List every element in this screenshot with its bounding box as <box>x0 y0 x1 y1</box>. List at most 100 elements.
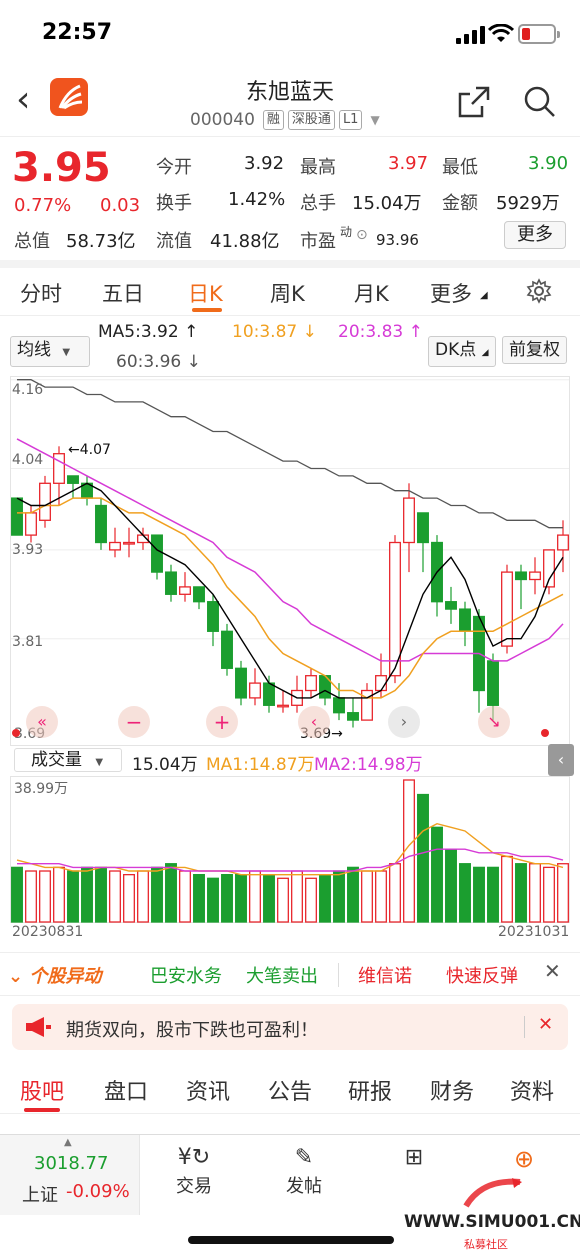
battery-icon <box>518 24 560 44</box>
volume-bar <box>319 874 331 923</box>
y-tick-label: 3.81 <box>12 634 44 650</box>
alert-item[interactable]: 快速反弹 <box>446 962 518 988</box>
megaphone-icon <box>26 1017 51 1037</box>
level-tag: L1 <box>338 110 363 130</box>
candle-body <box>333 697 345 714</box>
tab-profile[interactable]: 资料 <box>510 1074 554 1106</box>
candle-body <box>501 571 513 647</box>
promo-banner[interactable]: 期货双向，股市下跌也可盈利！ ✕ <box>12 1004 568 1050</box>
tab-finance[interactable]: 财务 <box>430 1074 474 1106</box>
volume-bar <box>249 870 261 923</box>
volume-bar <box>221 874 233 923</box>
volume-bar <box>207 877 219 923</box>
add-button[interactable]: ⊕ <box>494 1145 554 1173</box>
candle-body <box>95 504 107 544</box>
zoom-out-button[interactable]: − <box>118 706 150 738</box>
scroll-end-button[interactable]: ↘ <box>478 706 510 738</box>
high-value: 3.97 <box>388 153 429 174</box>
stock-header: 东旭蓝天 ‹ 000040 融 深股通 L1 ▼ <box>0 70 580 136</box>
scroll-left-fast-button[interactable]: « <box>26 706 58 738</box>
tab-research[interactable]: 研报 <box>348 1074 392 1106</box>
settings-gear-icon[interactable] <box>526 278 552 304</box>
dk-point-button[interactable]: DK点 ◢ <box>428 336 496 367</box>
float-label: 流值 <box>156 231 192 252</box>
home-indicator <box>188 1236 394 1244</box>
ma-legend-row: 均线 ▼ MA5:3.92 ↑ 10:3.87 ↓ 20:3.83 ↑ 60:3… <box>0 316 580 376</box>
collapse-panel-button[interactable]: ‹ <box>548 744 574 776</box>
ma20-value: 20:3.83 <box>338 322 404 342</box>
ma10-value: 10:3.87 <box>232 322 298 342</box>
volume-bar <box>417 793 429 923</box>
dk-point-label: DK点 <box>435 340 477 360</box>
tab-intraday[interactable]: 分时 <box>20 278 62 308</box>
volume-indicator-selector[interactable]: 成交量 ▼ <box>14 748 122 772</box>
candle-body <box>389 541 401 677</box>
alert-item[interactable]: 大笔卖出 <box>246 962 318 988</box>
volume-bar <box>25 870 37 923</box>
alert-item[interactable]: 巴安水务 <box>150 962 222 988</box>
volume-bar <box>445 848 457 923</box>
signal-icon <box>456 26 486 44</box>
volume-bar <box>165 863 177 923</box>
chevron-down-icon: ▼ <box>95 757 104 768</box>
tab-daily-k[interactable]: 日K <box>188 278 223 308</box>
candle-body <box>375 675 387 692</box>
scroll-right-button[interactable]: › <box>388 706 420 738</box>
volume-bar <box>473 866 485 923</box>
info-icon[interactable]: ⊙ <box>356 227 368 243</box>
search-icon[interactable] <box>522 84 556 118</box>
trade-label: 交易 <box>176 1176 212 1197</box>
promo-text: 期货双向，股市下跌也可盈利！ <box>66 1020 318 1041</box>
mktcap-value: 58.73亿 <box>66 231 136 252</box>
volume-value: 15.04万 <box>352 193 422 214</box>
adjust-button[interactable]: 前复权 <box>502 336 567 364</box>
left-dot-indicator <box>12 729 20 737</box>
share-icon[interactable] <box>456 84 492 120</box>
tab-five-day[interactable]: 五日 <box>102 278 144 308</box>
amount-value: 5929万 <box>496 193 560 214</box>
close-icon[interactable]: ✕ <box>538 1014 553 1035</box>
candlestick-chart[interactable] <box>10 376 570 746</box>
y-tick-label: 4.16 <box>12 382 44 398</box>
high-label: 最高 <box>300 157 336 178</box>
index-widget[interactable]: ▲ 3018.77 上证 -0.09% <box>0 1135 140 1215</box>
dropdown-caret-icon[interactable]: ▼ <box>370 113 379 127</box>
candle-body <box>305 675 317 692</box>
turnover-label: 换手 <box>156 193 192 214</box>
grid-icon: ⊞ <box>404 1145 424 1170</box>
volume-frame <box>10 776 570 923</box>
tab-guba[interactable]: 股吧 <box>20 1074 64 1106</box>
dk-caret-icon: ◢ <box>481 348 489 358</box>
tab-monthly-k[interactable]: 月K <box>354 278 389 308</box>
tab-weekly-k[interactable]: 周K <box>270 278 305 308</box>
volume-bar <box>67 870 79 923</box>
ma5-legend: MA5:3.92 ↑ <box>98 322 199 342</box>
tab-more[interactable]: 更多 <box>430 278 472 308</box>
pe-sup: 动 <box>340 225 353 239</box>
tools-button[interactable]: ⊞ <box>384 1145 444 1170</box>
alert-item[interactable]: 维信诺 <box>358 962 412 988</box>
post-button[interactable]: ✎ 发帖 <box>274 1145 334 1198</box>
x-start-label: 20230831 <box>12 924 84 940</box>
more-quote-button[interactable]: 更多 <box>504 221 566 249</box>
close-icon[interactable]: ✕ <box>544 959 561 983</box>
trade-button[interactable]: ¥↻ 交易 <box>164 1145 224 1198</box>
ma5-value: MA5:3.92 <box>98 322 179 342</box>
volume-bar <box>431 826 443 923</box>
back-button[interactable]: ‹ <box>16 80 30 120</box>
stock-alert-row: ⌄ 个股异动 巴安水务 大笔卖出 维信诺 快速反弹 ✕ <box>0 952 580 996</box>
volume-bar <box>543 866 555 923</box>
candle-body <box>529 571 541 581</box>
index-value: 3018.77 <box>34 1153 109 1174</box>
tab-news[interactable]: 资讯 <box>186 1074 230 1106</box>
indicator-selector-label: 均线 <box>17 340 51 360</box>
tab-order-book[interactable]: 盘口 <box>104 1074 148 1106</box>
scroll-left-button[interactable]: ‹ <box>298 706 330 738</box>
zoom-in-button[interactable]: + <box>206 706 238 738</box>
ma60-value: 60:3.96 <box>116 352 182 372</box>
candle-body <box>39 482 51 521</box>
indicator-selector[interactable]: 均线 ▼ <box>10 336 90 367</box>
volume-bar <box>179 870 191 923</box>
volume-bar <box>487 866 499 923</box>
tab-announcements[interactable]: 公告 <box>268 1074 312 1106</box>
